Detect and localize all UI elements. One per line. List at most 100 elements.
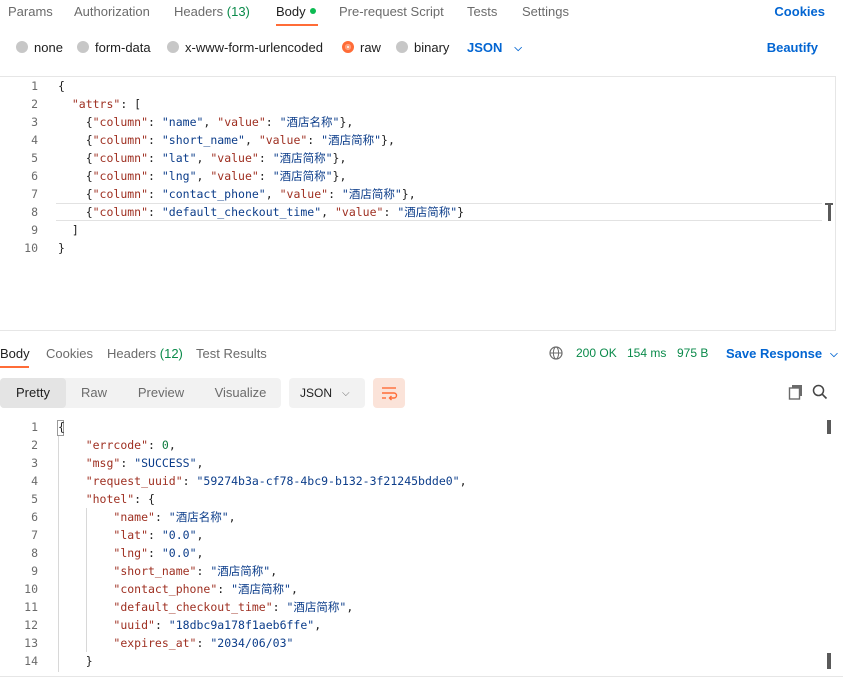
response-line: 4 "request_uuid": "59274b3a-cf78-4bc9-b1… [0, 472, 843, 490]
response-tab-body[interactable]: Body [0, 346, 30, 361]
beautify-button[interactable]: Beautify [767, 40, 818, 55]
line-number: 5 [31, 151, 38, 165]
code-line: 3 {"column": "name", "value": "酒店名称"}, [0, 113, 835, 131]
body-format-value: JSON [467, 40, 503, 55]
code-text: {"column": "lng", "value": "酒店简称"}, [58, 169, 347, 183]
line-number: 13 [24, 636, 38, 650]
response-line: 11 "default_checkout_time": "酒店简称", [0, 598, 843, 616]
line-number: 3 [31, 456, 38, 470]
tab-authorization[interactable]: Authorization [74, 4, 150, 19]
copy-icon[interactable] [788, 384, 804, 400]
response-header: Body Cookies Headers (12) Test Results 2… [0, 340, 843, 368]
response-line: 7 "lat": "0.0", [0, 526, 843, 544]
radio-form-data-icon [77, 41, 89, 53]
line-number: 9 [31, 223, 38, 237]
wrap-lines-icon [382, 387, 398, 401]
body-type-binary-label: binary [414, 40, 450, 55]
line-number: 8 [31, 205, 38, 219]
code-text: "expires_at": "2034/06/03" [113, 636, 294, 650]
tab-headers-count: (13) [226, 4, 250, 19]
body-modified-dot-icon [309, 8, 316, 14]
code-text: "lat": "0.0", [113, 528, 204, 542]
view-mode-visualize[interactable]: Visualize [200, 378, 281, 408]
code-text: {"column": "default_checkout_time", "val… [58, 205, 465, 219]
code-text: } [58, 654, 93, 668]
code-line: 7 {"column": "contact_phone", "value": "… [0, 185, 835, 203]
response-line: 1{ [0, 418, 843, 436]
response-active-tab-indicator [0, 366, 29, 368]
cookies-link[interactable]: Cookies [774, 4, 825, 19]
code-text: } [58, 241, 65, 255]
tab-tests[interactable]: Tests [467, 4, 497, 19]
code-text: "uuid": "18dbc9a178f1aeb6ffe", [113, 618, 322, 632]
line-number: 8 [31, 546, 38, 560]
body-type-urlencoded[interactable]: x-www-form-urlencoded [167, 40, 323, 55]
code-text: "errcode": 0, [85, 438, 176, 452]
code-line: 10} [0, 239, 835, 257]
tab-headers[interactable]: Headers (13) [174, 4, 250, 19]
save-response-button[interactable]: Save Response ⌵ [726, 346, 838, 361]
line-number: 7 [31, 187, 38, 201]
response-line: 3 "msg": "SUCCESS", [0, 454, 843, 472]
body-type-urlencoded-label: x-www-form-urlencoded [185, 40, 323, 55]
tab-pre-request-script[interactable]: Pre-request Script [339, 4, 444, 19]
tab-headers-label: Headers [174, 4, 224, 19]
save-response-label: Save Response [726, 346, 823, 361]
body-type-selector: none form-data x-www-form-urlencoded raw… [0, 38, 843, 58]
response-time[interactable]: 154 ms [627, 346, 666, 360]
tab-body[interactable]: Body [276, 4, 316, 19]
body-format-select[interactable]: JSON ⌵ [467, 40, 522, 55]
search-icon[interactable] [812, 384, 828, 400]
response-scrollbar-thumb[interactable] [827, 420, 831, 434]
body-type-raw[interactable]: raw [342, 40, 381, 55]
line-number: 2 [31, 97, 38, 111]
chevron-down-icon: ⌵ [830, 349, 838, 360]
view-mode-preview[interactable]: Preview [122, 378, 200, 408]
view-mode-segmented: Pretty Raw Preview Visualize [0, 378, 281, 408]
code-text: {"column": "short_name", "value": "酒店简称"… [58, 133, 395, 147]
response-line: 10 "contact_phone": "酒店简称", [0, 580, 843, 598]
radio-none-icon [16, 41, 28, 53]
response-line: 8 "lng": "0.0", [0, 544, 843, 562]
body-type-form-data-label: form-data [95, 40, 151, 55]
response-tab-cookies[interactable]: Cookies [46, 346, 93, 361]
response-tab-headers-label: Headers [107, 346, 157, 361]
code-text: {"column": "contact_phone", "value": "酒店… [58, 187, 416, 201]
code-line: 6 {"column": "lng", "value": "酒店简称"}, [0, 167, 835, 185]
line-number: 2 [31, 438, 38, 452]
response-body-viewer[interactable]: 1{ 2 "errcode": 0, 3 "msg": "SUCCESS", 4… [0, 418, 843, 677]
status-code[interactable]: 200 OK [576, 346, 617, 360]
line-number: 4 [31, 133, 38, 147]
body-type-binary[interactable]: binary [396, 40, 449, 55]
editor-scrollbar-thumb[interactable] [828, 203, 831, 221]
line-number: 6 [31, 169, 38, 183]
response-line: 13 "expires_at": "2034/06/03" [0, 634, 843, 652]
body-type-form-data[interactable]: form-data [77, 40, 151, 55]
response-line: 5 "hotel": { [0, 490, 843, 508]
response-tab-headers[interactable]: Headers (12) [107, 346, 183, 361]
tab-settings[interactable]: Settings [522, 4, 569, 19]
tab-params[interactable]: Params [8, 4, 53, 19]
response-format-select[interactable]: JSON ⌵ [289, 378, 365, 408]
line-number: 10 [24, 582, 38, 596]
chevron-down-icon: ⌵ [342, 388, 350, 399]
response-size[interactable]: 975 B [677, 346, 708, 360]
line-number: 10 [24, 241, 38, 255]
response-scrollbar-thumb[interactable] [827, 653, 831, 669]
line-number: 11 [24, 600, 38, 614]
line-number: 5 [31, 492, 38, 506]
code-line: 4 {"column": "short_name", "value": "酒店简… [0, 131, 835, 149]
response-tab-test-results[interactable]: Test Results [196, 346, 267, 361]
code-line: 1{ [0, 77, 835, 95]
response-line: 14 } [0, 652, 843, 670]
view-mode-pretty[interactable]: Pretty [0, 378, 66, 408]
code-text: {"column": "lat", "value": "酒店简称"}, [58, 151, 347, 165]
body-type-none-label: none [34, 40, 63, 55]
code-text: {"column": "name", "value": "酒店名称"}, [58, 115, 354, 129]
globe-icon[interactable] [549, 346, 563, 360]
request-body-editor[interactable]: 1{ 2 "attrs": [ 3 {"column": "name", "va… [0, 76, 836, 331]
view-mode-raw[interactable]: Raw [66, 378, 122, 408]
body-type-none[interactable]: none [16, 40, 63, 55]
wrap-lines-button[interactable] [373, 378, 405, 408]
line-number: 14 [24, 654, 38, 668]
